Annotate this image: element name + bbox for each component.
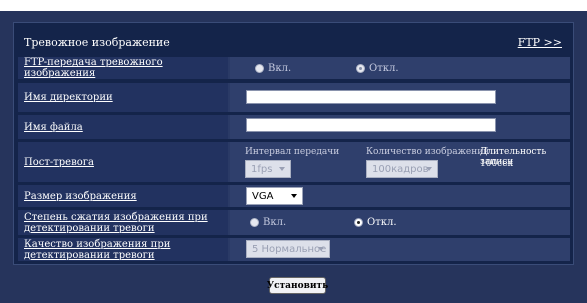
compression-off-label: Откл.	[367, 217, 397, 228]
compression-off-radio[interactable]: Откл.	[354, 217, 397, 228]
ftp-transfer-label[interactable]: FTP-передача тревожного изображения	[18, 57, 228, 79]
image-size-selected: VGA	[252, 190, 274, 202]
count-value: 100кадров	[372, 163, 429, 175]
count-select[interactable]: 100кадров	[366, 160, 438, 178]
image-size-select[interactable]: VGA	[246, 187, 303, 205]
row-dir-name: Имя директории	[18, 83, 570, 112]
file-name-value	[230, 115, 570, 139]
quality-value: 5 Нормальное	[230, 238, 570, 261]
row-image-size: Размер изображения VGA	[18, 185, 570, 207]
radio-circle	[255, 64, 264, 73]
chevron-down-icon	[279, 167, 285, 171]
radio-circle	[250, 218, 259, 227]
interval-label: Интервал передачи	[245, 147, 340, 157]
count-label: Количество изображений	[366, 147, 490, 157]
duration-value: 100сек	[480, 159, 514, 169]
ftp-transfer-off-radio[interactable]: Откл.	[356, 63, 399, 74]
ftp-transfer-on-label: Вкл.	[268, 63, 292, 74]
ftp-link[interactable]: FTP >>	[518, 36, 562, 49]
row-quality: Качество изображения при детектировании …	[18, 238, 570, 261]
compression-on-radio[interactable]: Вкл.	[250, 217, 286, 228]
row-file-name: Имя файла	[18, 115, 570, 139]
interval-value: 1fps	[251, 163, 273, 175]
chevron-down-icon	[318, 247, 324, 251]
set-button[interactable]: Установить	[267, 277, 328, 294]
image-size-label[interactable]: Размер изображения	[18, 185, 228, 207]
chevron-down-icon	[426, 167, 432, 171]
radio-circle	[354, 218, 363, 227]
dir-name-label[interactable]: Имя директории	[18, 83, 228, 112]
compression-label[interactable]: Степень сжатия изображения при детектиро…	[18, 210, 228, 235]
post-alarm-label[interactable]: Пост-тревога	[18, 142, 228, 182]
ftp-transfer-off-label: Откл.	[369, 63, 399, 74]
section-title: Тревожное изображение	[24, 36, 170, 49]
compression-on-label: Вкл.	[263, 217, 287, 228]
radio-circle	[356, 64, 365, 73]
file-name-label[interactable]: Имя файла	[18, 115, 228, 139]
image-size-value: VGA	[230, 185, 570, 207]
row-ftp-transfer: FTP-передача тревожного изображения Вкл.…	[18, 57, 570, 79]
dir-name-value	[230, 83, 570, 112]
quality-select[interactable]: 5 Нормальное	[246, 240, 330, 258]
interval-select[interactable]: 1fps	[245, 160, 291, 178]
dir-name-input[interactable]	[246, 90, 496, 104]
quality-label[interactable]: Качество изображения при детектировании …	[18, 238, 228, 261]
row-post-alarm: Пост-тревога Интервал передачи 1fps Коли…	[18, 142, 570, 182]
section-header: Тревожное изображение FTP >>	[18, 31, 570, 53]
top-strip	[0, 0, 587, 11]
post-alarm-value: Интервал передачи 1fps Количество изобра…	[230, 142, 570, 182]
row-compression: Степень сжатия изображения при детектиро…	[18, 210, 570, 235]
file-name-input[interactable]	[246, 118, 496, 132]
quality-selected: 5 Нормальное	[252, 243, 327, 255]
ftp-transfer-value: Вкл. Откл.	[230, 57, 570, 79]
compression-value: Вкл. Откл.	[230, 210, 570, 235]
ftp-transfer-on-radio[interactable]: Вкл.	[255, 63, 291, 74]
chevron-down-icon	[291, 194, 297, 198]
